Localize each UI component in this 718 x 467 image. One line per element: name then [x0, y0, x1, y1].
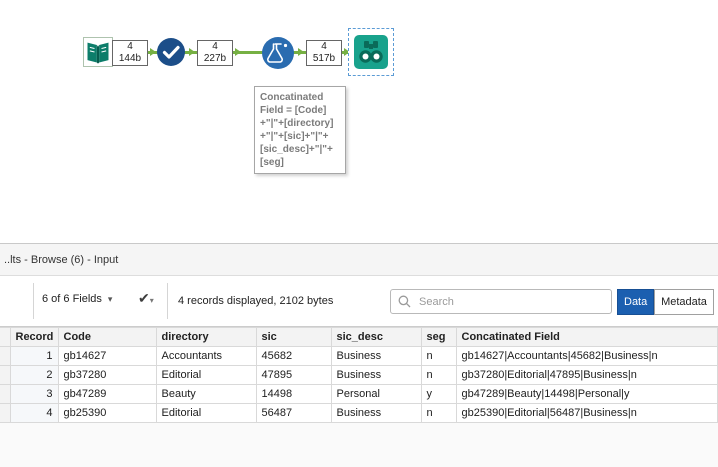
- connection-arrow-icon: [235, 48, 241, 56]
- fields-dropdown[interactable]: 6 of 6 Fields ▾: [42, 293, 112, 305]
- table-row: 3 gb47289 Beauty 14498 Personal y gb47289|Beau…: [0, 384, 718, 404]
- table-cell[interactable]: 4: [10, 403, 59, 423]
- connection-annotation[interactable]: 4 227b: [197, 40, 233, 66]
- table-header-row: Record Code directory sic sic_desc seg Concati…: [0, 327, 718, 347]
- table-cell[interactable]: gb37280: [58, 365, 157, 385]
- column-header-code[interactable]: Code: [58, 327, 157, 347]
- results-table: Record Code directory sic sic_desc seg Concati…: [0, 327, 718, 423]
- row-selector[interactable]: [0, 346, 11, 366]
- results-toolbar: 6 of 6 Fields ▾ ✔▾ 4 records displayed, 2…: [0, 276, 718, 327]
- data-size: 227b: [203, 53, 227, 64]
- column-header-directory[interactable]: directory: [156, 327, 257, 347]
- table-cell[interactable]: 56487: [256, 403, 332, 423]
- table-row: 4 gb25390 Editorial 56487 Business n gb25390|E…: [0, 403, 718, 423]
- table-row: 1 gb14627 Accountants 45682 Business n gb14627…: [0, 346, 718, 366]
- data-size: 517b: [312, 53, 336, 64]
- table-cell[interactable]: Personal: [331, 384, 422, 404]
- table-cell[interactable]: n: [421, 346, 457, 366]
- search-input[interactable]: [417, 294, 604, 309]
- book-icon: [87, 42, 109, 64]
- table-cell[interactable]: n: [421, 403, 457, 423]
- record-count: 4: [212, 41, 218, 52]
- table-cell[interactable]: n: [421, 365, 457, 385]
- table-cell[interactable]: gb37280|Editorial|47895|Business|n: [456, 365, 718, 385]
- table-cell[interactable]: Beauty: [156, 384, 257, 404]
- toolbar-divider: [167, 283, 168, 319]
- record-count: 4: [127, 41, 133, 52]
- table-cell[interactable]: gb25390: [58, 403, 157, 423]
- results-panel: ..lts - Browse (6) - Input 6 of 6 Fields…: [0, 243, 718, 467]
- alteryx-window: 4 144b 4 227b 4 517b Concatinated Field …: [0, 0, 718, 467]
- table-cell[interactable]: Business: [331, 346, 422, 366]
- table-cell[interactable]: 47895: [256, 365, 332, 385]
- toolbar-divider: [33, 283, 34, 319]
- table-cell[interactable]: y: [421, 384, 457, 404]
- column-header-concatinated-field[interactable]: Concatinated Field: [456, 327, 718, 347]
- metadata-tab-button[interactable]: Metadata: [654, 289, 714, 315]
- records-info: 4 records displayed, 2102 bytes: [178, 295, 334, 307]
- row-selector[interactable]: [0, 384, 11, 404]
- table-cell[interactable]: 1: [10, 346, 59, 366]
- chevron-down-icon: ▾: [149, 296, 154, 305]
- data-tab-button[interactable]: Data: [617, 289, 654, 315]
- apply-button[interactable]: ✔▾: [138, 290, 154, 307]
- browse-tool-selection[interactable]: [348, 28, 394, 76]
- browse-tool[interactable]: [354, 35, 388, 69]
- chevron-down-icon: ▾: [107, 294, 113, 304]
- flask-icon: [262, 37, 294, 69]
- table-cell[interactable]: 3: [10, 384, 59, 404]
- check-icon: ✔: [138, 290, 150, 306]
- table-cell[interactable]: gb14627: [58, 346, 157, 366]
- table-cell[interactable]: Accountants: [156, 346, 257, 366]
- select-tool[interactable]: [156, 37, 186, 67]
- connection-arrow-icon: [298, 48, 304, 56]
- table-row: 2 gb37280 Editorial 47895 Business n gb37280|E…: [0, 365, 718, 385]
- data-size: 144b: [118, 53, 142, 64]
- column-header-record[interactable]: Record: [10, 327, 59, 347]
- search-box[interactable]: [390, 289, 612, 314]
- table-body: 1 gb14627 Accountants 45682 Business n gb14627…: [0, 346, 718, 423]
- column-header-sic_desc[interactable]: sic_desc: [331, 327, 422, 347]
- workflow-canvas[interactable]: 4 144b 4 227b 4 517b Concatinated Field …: [0, 0, 718, 243]
- record-count: 4: [321, 41, 327, 52]
- row-selector[interactable]: [0, 403, 11, 423]
- table-cell[interactable]: 2: [10, 365, 59, 385]
- fields-dropdown-label: 6 of 6 Fields: [42, 293, 102, 305]
- connection-annotation[interactable]: 4 517b: [306, 40, 342, 66]
- search-icon: [398, 295, 411, 308]
- binoculars-icon: [359, 41, 383, 63]
- column-header-sic[interactable]: sic: [256, 327, 332, 347]
- row-selector[interactable]: [0, 365, 11, 385]
- table-cell[interactable]: gb25390|Editorial|56487|Business|n: [456, 403, 718, 423]
- checkmark-circle-icon: [157, 38, 185, 66]
- formula-tool[interactable]: [261, 36, 295, 70]
- table-cell[interactable]: 14498: [256, 384, 332, 404]
- table-cell[interactable]: gb47289|Beauty|14498|Personal|y: [456, 384, 718, 404]
- table-cell[interactable]: gb47289: [58, 384, 157, 404]
- connection-annotation[interactable]: 4 144b: [112, 40, 148, 66]
- table-cell[interactable]: Business: [331, 365, 422, 385]
- connection-arrow-icon: [189, 48, 195, 56]
- column-header-seg[interactable]: seg: [421, 327, 457, 347]
- input-data-tool[interactable]: [83, 37, 113, 67]
- results-title-text: ..lts - Browse (6) - Input: [4, 253, 119, 266]
- table-cell[interactable]: 45682: [256, 346, 332, 366]
- table-corner-cell[interactable]: [0, 327, 11, 347]
- table-cell[interactable]: gb14627|Accountants|45682|Business|n: [456, 346, 718, 366]
- formula-annotation[interactable]: Concatinated Field = [Code] +"|"+[direct…: [254, 86, 346, 174]
- table-cell[interactable]: Editorial: [156, 365, 257, 385]
- results-panel-title: ..lts - Browse (6) - Input: [0, 244, 718, 276]
- table-cell[interactable]: Editorial: [156, 403, 257, 423]
- table-cell[interactable]: Business: [331, 403, 422, 423]
